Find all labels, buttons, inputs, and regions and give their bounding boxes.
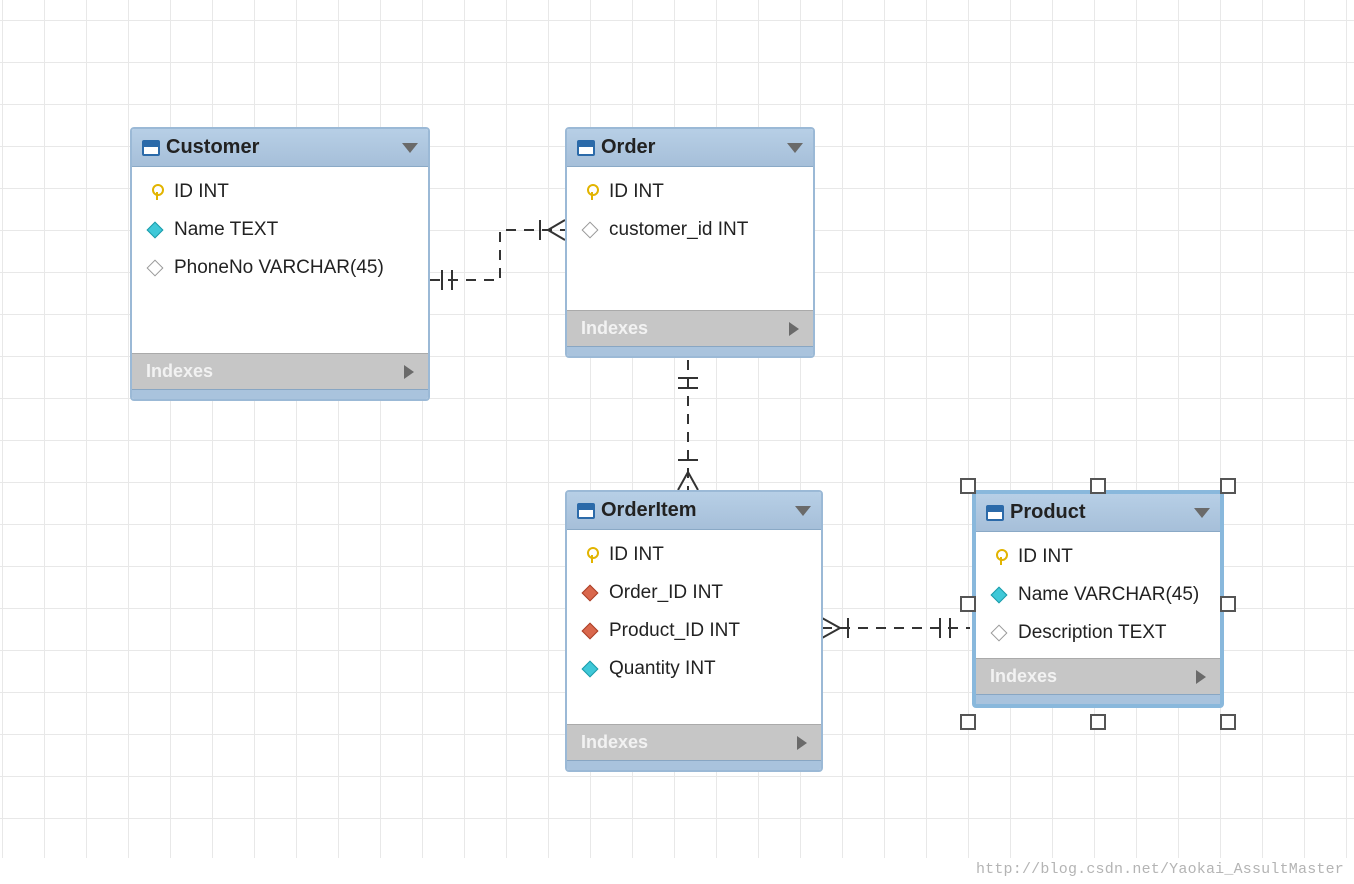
indexes-label: Indexes xyxy=(146,361,213,382)
indexes-label: Indexes xyxy=(581,732,648,753)
attribute-icon xyxy=(990,624,1008,642)
indexes-label: Indexes xyxy=(990,666,1057,687)
entity-header[interactable]: Product xyxy=(976,494,1220,532)
attribute-icon xyxy=(146,221,164,239)
column-text: Quantity INT xyxy=(609,658,716,680)
resize-handle-sw[interactable] xyxy=(960,714,976,730)
entity-title: Customer xyxy=(166,136,402,159)
chevron-down-icon[interactable] xyxy=(402,143,418,153)
indexes-label: Indexes xyxy=(581,318,648,339)
table-icon xyxy=(142,140,160,156)
column-row[interactable]: ID INT xyxy=(567,173,813,211)
column-row[interactable]: ID INT xyxy=(567,536,821,574)
entity-columns: ID INT Name TEXT PhoneNo VARCHAR(45) xyxy=(132,167,428,293)
column-text: ID INT xyxy=(609,181,664,203)
column-text: ID INT xyxy=(609,544,664,566)
entity-header[interactable]: Order xyxy=(567,129,813,167)
column-text: Name VARCHAR(45) xyxy=(1018,584,1199,606)
column-text: PhoneNo VARCHAR(45) xyxy=(174,257,384,279)
resize-handle-n[interactable] xyxy=(1090,478,1106,494)
column-row[interactable]: PhoneNo VARCHAR(45) xyxy=(132,249,428,287)
column-text: Name TEXT xyxy=(174,219,278,241)
resize-handle-e[interactable] xyxy=(1220,596,1236,612)
table-icon xyxy=(986,505,1004,521)
column-text: Product_ID INT xyxy=(609,620,740,642)
entity-order[interactable]: Order ID INT customer_id INT Indexes xyxy=(565,127,815,358)
foreign-key-icon xyxy=(581,584,599,602)
column-row[interactable]: Name TEXT xyxy=(132,211,428,249)
primary-key-icon xyxy=(146,183,164,201)
foreign-key-icon xyxy=(581,622,599,640)
resize-handle-ne[interactable] xyxy=(1220,478,1236,494)
column-row[interactable]: Description TEXT xyxy=(976,614,1220,652)
er-canvas[interactable]: Customer ID INT Name TEXT PhoneNo VARCHA… xyxy=(0,0,1354,858)
column-text: Description TEXT xyxy=(1018,622,1167,644)
indexes-section[interactable]: Indexes xyxy=(976,658,1220,694)
chevron-right-icon xyxy=(789,322,799,336)
attribute-icon xyxy=(990,586,1008,604)
attribute-icon xyxy=(581,660,599,678)
entity-columns: ID INT Order_ID INT Product_ID INT Quant… xyxy=(567,530,821,694)
attribute-icon xyxy=(146,259,164,277)
indexes-section[interactable]: Indexes xyxy=(132,353,428,389)
column-row[interactable]: customer_id INT xyxy=(567,211,813,249)
resize-handle-s[interactable] xyxy=(1090,714,1106,730)
column-text: ID INT xyxy=(174,181,229,203)
entity-columns: ID INT customer_id INT xyxy=(567,167,813,255)
entity-title: Product xyxy=(1010,501,1194,524)
column-text: ID INT xyxy=(1018,546,1073,568)
table-icon xyxy=(577,503,595,519)
column-row[interactable]: Quantity INT xyxy=(567,650,821,688)
entity-columns: ID INT Name VARCHAR(45) Description TEXT xyxy=(976,532,1220,658)
entity-customer[interactable]: Customer ID INT Name TEXT PhoneNo VARCHA… xyxy=(130,127,430,401)
entity-header[interactable]: OrderItem xyxy=(567,492,821,530)
indexes-section[interactable]: Indexes xyxy=(567,310,813,346)
resize-handle-nw[interactable] xyxy=(960,478,976,494)
table-icon xyxy=(577,140,595,156)
chevron-down-icon[interactable] xyxy=(1194,508,1210,518)
entity-header[interactable]: Customer xyxy=(132,129,428,167)
chevron-right-icon xyxy=(1196,670,1206,684)
chevron-right-icon xyxy=(797,736,807,750)
primary-key-icon xyxy=(990,548,1008,566)
entity-footer xyxy=(976,694,1220,704)
indexes-section[interactable]: Indexes xyxy=(567,724,821,760)
column-text: customer_id INT xyxy=(609,219,748,241)
resize-handle-se[interactable] xyxy=(1220,714,1236,730)
column-row[interactable]: Order_ID INT xyxy=(567,574,821,612)
entity-footer xyxy=(132,389,428,399)
column-row[interactable]: Name VARCHAR(45) xyxy=(976,576,1220,614)
primary-key-icon xyxy=(581,546,599,564)
entity-footer xyxy=(567,760,821,770)
primary-key-icon xyxy=(581,183,599,201)
column-text: Order_ID INT xyxy=(609,582,723,604)
attribute-icon xyxy=(581,221,599,239)
entity-title: Order xyxy=(601,136,787,159)
entity-orderitem[interactable]: OrderItem ID INT Order_ID INT Product_ID… xyxy=(565,490,823,772)
watermark: http://blog.csdn.net/Yaokai_AssultMaster xyxy=(976,861,1344,878)
column-row[interactable]: Product_ID INT xyxy=(567,612,821,650)
chevron-right-icon xyxy=(404,365,414,379)
resize-handle-w[interactable] xyxy=(960,596,976,612)
column-row[interactable]: ID INT xyxy=(132,173,428,211)
entity-footer xyxy=(567,346,813,356)
column-row[interactable]: ID INT xyxy=(976,538,1220,576)
entity-product[interactable]: Product ID INT Name VARCHAR(45) Descript… xyxy=(972,490,1224,708)
chevron-down-icon[interactable] xyxy=(787,143,803,153)
entity-title: OrderItem xyxy=(601,499,795,522)
chevron-down-icon[interactable] xyxy=(795,506,811,516)
